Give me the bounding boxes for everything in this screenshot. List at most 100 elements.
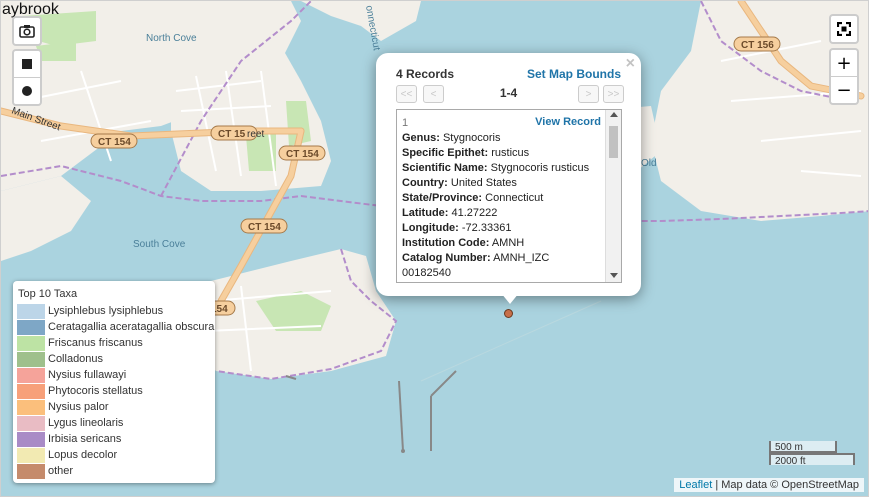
record-field-label: Catalog Number: — [402, 252, 491, 264]
zoom-in-button[interactable]: + — [831, 50, 857, 77]
street-tail: reet — [247, 129, 264, 140]
shield-ct154-d: CT 154 — [240, 218, 288, 234]
shield-ct154-d-text: CT 154 — [248, 222, 281, 233]
legend-label: other — [48, 465, 74, 477]
shield-ct154-c: CT 154 — [278, 145, 326, 161]
fullscreen-button[interactable] — [831, 16, 857, 42]
label-north-cove: North Cove — [146, 33, 197, 44]
map-attribution: Leaflet | Map data © OpenStreetMap — [674, 478, 864, 492]
record-field-value: rusticus — [491, 147, 530, 159]
record-field-row: Country: United States — [402, 176, 602, 191]
record-field-value: Stygnocoris rusticus — [490, 162, 590, 174]
record-field-label: Scientific Name: — [402, 162, 488, 174]
legend-swatch — [17, 431, 45, 447]
legend-swatch — [17, 319, 45, 335]
legend-item: Lygus lineolaris — [17, 415, 123, 431]
record-scrollbar[interactable] — [605, 110, 621, 282]
occurrence-marker[interactable] — [504, 309, 513, 318]
legend-item: Irbisia sericans — [17, 431, 121, 447]
record-field-row: Scientific Name: Stygnocoris rusticus — [402, 161, 602, 176]
legend-item: Lopus decolor — [17, 447, 117, 463]
legend-item: Ceratagallia aceratagallia obscura — [17, 319, 214, 335]
legend-item: Nysius fullawayi — [17, 367, 126, 383]
scale-metric: 500 m — [769, 441, 837, 453]
record-field-row: Latitude: 41.27222 — [402, 206, 602, 221]
legend-swatch — [17, 367, 45, 383]
legend-item: Phytocoris stellatus — [17, 383, 143, 399]
legend-item: Colladonus — [17, 351, 103, 367]
attribution-text: Map data © OpenStreetMap — [721, 479, 859, 491]
zoom-out-button[interactable]: − — [831, 77, 857, 103]
label-old-partial: Old — [641, 158, 657, 169]
camera-icon — [19, 25, 35, 38]
legend-swatch — [17, 415, 45, 431]
legend-swatch — [17, 335, 45, 351]
attribution-separator: | — [712, 479, 722, 491]
legend-label: Lopus decolor — [48, 449, 118, 461]
circle-icon — [22, 86, 32, 96]
shield-ct154-b: CT 15 reet — [210, 125, 264, 141]
draw-circle-button[interactable] — [14, 78, 40, 104]
draw-rectangle-button[interactable] — [14, 51, 40, 78]
scroll-up-arrow-icon[interactable] — [610, 112, 618, 117]
record-field-row: State/Province: Connecticut — [402, 191, 602, 206]
legend-title: Top 10 Taxa — [18, 288, 78, 300]
shield-ct154-a-text: CT 154 — [98, 137, 131, 148]
pager-last-button[interactable]: >> — [603, 85, 624, 103]
legend-item: Nysius palor — [17, 399, 109, 415]
legend-label: Nysius palor — [48, 401, 109, 413]
record-field-value: Connecticut — [485, 192, 544, 204]
legend-item: other — [17, 463, 73, 479]
record-field-label: State/Province: — [402, 192, 483, 204]
legend-swatch — [17, 447, 45, 463]
popup-close-button[interactable]: × — [626, 55, 635, 73]
legend-label: Phytocoris stellatus — [48, 385, 143, 397]
legend-label: Nysius fullawayi — [48, 369, 127, 381]
records-popup: × 4 Records Set Map Bounds << < 1-4 > >>… — [376, 53, 641, 296]
scale-bar: 500 m 2000 ft — [769, 441, 855, 467]
record-field-row: Longitude: -72.33361 — [402, 221, 602, 236]
scale-imperial: 2000 ft — [769, 453, 855, 467]
scroll-down-arrow-icon[interactable] — [610, 273, 618, 278]
legend-swatch — [17, 463, 45, 479]
record-field-value: AMNH — [491, 237, 525, 249]
record-fields: Genus: Stygnocoris Specific Epithet: rust… — [402, 131, 602, 266]
legend-label: Friscanus friscanus — [48, 337, 143, 349]
record-field-row: Genus: Stygnocoris — [402, 131, 602, 146]
legend-item: Friscanus friscanus — [17, 335, 143, 351]
record-field-label: Genus: — [402, 132, 440, 144]
leaflet-link[interactable]: Leaflet — [679, 479, 712, 491]
fullscreen-control — [829, 14, 859, 44]
set-map-bounds-link[interactable]: Set Map Bounds — [527, 67, 621, 81]
shield-ct154-c-text: CT 154 — [286, 149, 319, 160]
shield-ct154-a: CT 154 — [90, 133, 138, 149]
shield-ct156-text: CT 156 — [741, 40, 774, 51]
legend-swatch — [17, 383, 45, 399]
popup-tip — [501, 293, 519, 304]
taxa-legend: Top 10 Taxa Lysiphlebus lysiphlebus Cerat… — [13, 281, 215, 483]
scroll-thumb[interactable] — [609, 126, 618, 158]
record-field-value: Stygnocoris — [442, 132, 501, 144]
snapshot-button[interactable] — [14, 18, 40, 44]
legend-label: Colladonus — [48, 353, 104, 365]
draw-control — [12, 49, 42, 106]
shield-ct154-b-text: CT 15 — [218, 129, 246, 140]
record-field-value: AMNH_IZC — [493, 252, 550, 264]
record-field-value: -72.33361 — [461, 222, 512, 234]
zoom-control: + − — [829, 48, 859, 105]
legend-label: Ceratagallia aceratagallia obscura — [48, 321, 215, 333]
record-field-label: Latitude: — [402, 207, 449, 219]
pager-next-button[interactable]: > — [578, 85, 599, 103]
records-count: 4 Records — [396, 67, 455, 81]
view-record-link[interactable]: View Record — [535, 116, 601, 128]
shield-ct156: CT 156 — [733, 36, 781, 52]
square-icon — [22, 59, 32, 69]
legend-label: Irbisia sericans — [48, 433, 122, 445]
map-canvas[interactable]: North Cove South Cove onnecticut Old Mai… — [0, 0, 869, 497]
record-field-label: Country: — [402, 177, 448, 189]
record-detail: 1 Genus: Stygnocoris Specific Epithet: ru… — [402, 116, 602, 281]
record-detail-box[interactable]: 1 Genus: Stygnocoris Specific Epithet: ru… — [396, 109, 622, 283]
record-field-label: Specific Epithet: — [402, 147, 489, 159]
record-field-label: Longitude: — [402, 222, 459, 234]
legend-label: Lysiphlebus lysiphlebus — [48, 305, 164, 317]
